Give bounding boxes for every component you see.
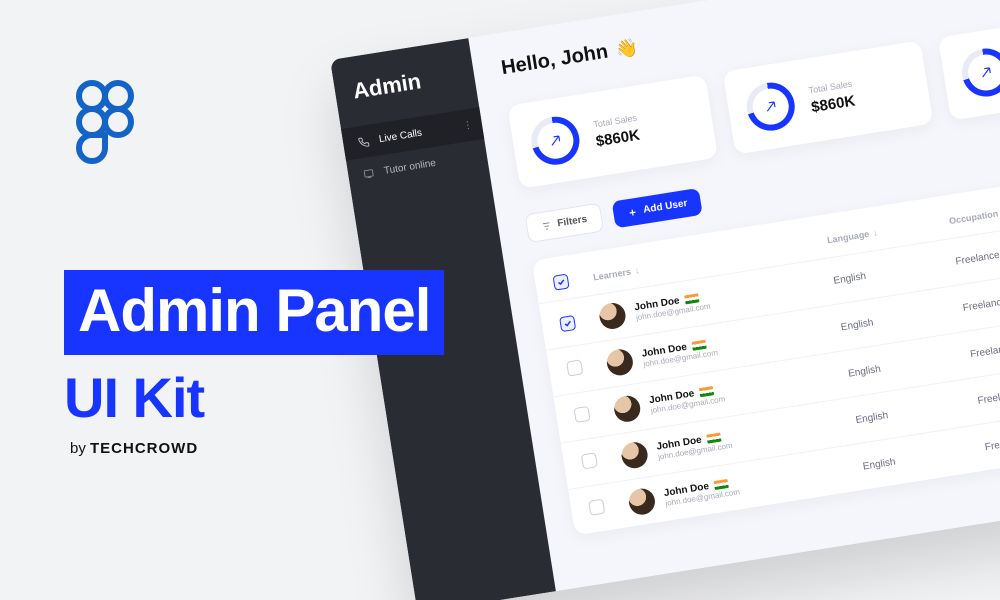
cell-language: English — [833, 256, 957, 286]
row-checkbox[interactable] — [588, 499, 605, 516]
sidebar-item-label: Tutor online — [383, 157, 437, 176]
th-occupation[interactable]: Occupation ↓ — [948, 193, 1000, 225]
row-checkbox[interactable] — [573, 406, 590, 423]
cell-language: English — [840, 303, 964, 333]
cell-language: English — [855, 395, 979, 425]
headline-line1: Admin Panel — [64, 270, 444, 355]
byline: by TECHCROWD — [70, 440, 198, 457]
row-checkbox[interactable] — [581, 452, 598, 469]
tutor-icon — [361, 167, 375, 181]
stat-card-value: $860K — [810, 92, 856, 116]
add-user-button[interactable]: Add User — [612, 188, 704, 229]
phone-icon — [356, 135, 370, 149]
filters-label: Filters — [557, 214, 588, 230]
row-checkbox[interactable] — [559, 314, 576, 331]
headline: Admin Panel UI Kit — [64, 270, 444, 430]
plus-icon — [627, 206, 638, 217]
progress-ring-icon — [959, 45, 1000, 100]
figma-logo-icon — [76, 80, 134, 171]
avatar — [627, 487, 657, 517]
filter-icon — [541, 220, 552, 231]
cell-occupation: Freelance — [977, 373, 1000, 406]
cell-language: English — [862, 442, 986, 472]
add-user-label: Add User — [643, 198, 689, 216]
byline-by: by — [70, 440, 90, 457]
progress-ring-icon — [743, 79, 798, 134]
stat-card[interactable]: Total Sales $860K — [507, 75, 718, 189]
sidebar-item-label: Live Calls — [378, 127, 423, 145]
more-icon[interactable]: ⋮ — [462, 119, 473, 131]
stat-card[interactable]: Total Sales $860K — [938, 6, 1000, 120]
main-panel: Hello, John 👋 Total Sales $860K — [468, 0, 1000, 591]
byline-brand: TECHCROWD — [90, 440, 198, 457]
avatar — [605, 348, 635, 378]
avatar — [620, 440, 650, 470]
sort-icon: ↓ — [634, 265, 640, 276]
cell-occupation: Freelance — [984, 419, 1000, 452]
checkbox-all[interactable] — [553, 274, 570, 291]
wave-icon: 👋 — [614, 37, 639, 61]
stat-card[interactable]: Total Sales $860K — [723, 40, 934, 154]
avatar — [598, 301, 628, 331]
progress-ring-icon — [528, 113, 583, 168]
stat-card-value: $860K — [595, 126, 641, 150]
cell-occupation: Freelance — [955, 234, 1000, 267]
sort-icon: ↓ — [872, 227, 878, 238]
cell-occupation: Freelance — [969, 326, 1000, 359]
row-checkbox[interactable] — [566, 359, 583, 376]
headline-line2: UI Kit — [64, 365, 444, 430]
filters-button[interactable]: Filters — [525, 203, 605, 244]
cell-occupation: Freelance — [962, 280, 1000, 313]
avatar — [612, 394, 642, 424]
cell-language: English — [847, 349, 971, 379]
greeting-text: Hello, John — [500, 41, 610, 81]
